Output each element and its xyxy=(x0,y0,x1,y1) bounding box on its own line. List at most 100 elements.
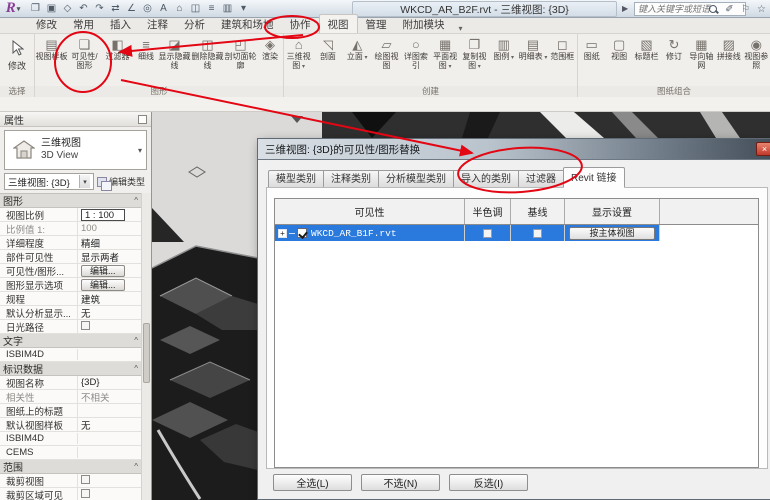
view-templates-button[interactable]: ▤ 视图样板 xyxy=(35,35,68,85)
ribbon-display-toggle-icon[interactable]: ▾ xyxy=(453,24,469,33)
select-all-button[interactable]: 全选(L) xyxy=(273,474,352,491)
scrollbar-thumb[interactable] xyxy=(143,323,150,383)
redo-icon[interactable]: ↷ xyxy=(92,1,107,16)
filters-button[interactable]: ◧ 过滤器 xyxy=(101,35,134,85)
invert-selection-button[interactable]: 反选(I) xyxy=(449,474,528,491)
remove-hidden-lines-button[interactable]: ◫ 删除隐藏线 xyxy=(191,35,224,85)
undo-icon[interactable]: ↶ xyxy=(76,1,91,16)
ribbon-tab-annotate[interactable]: 注释 xyxy=(139,15,176,33)
cut-profile-button[interactable]: ◰ 剖切面轮廓 xyxy=(224,35,257,85)
property-row[interactable]: 图形显示选项编辑... xyxy=(0,278,142,292)
ribbon-tab-insert[interactable]: 插入 xyxy=(102,15,139,33)
property-row[interactable]: 图纸上的标题 xyxy=(0,404,142,418)
graphic-display-options-edit-button[interactable]: 编辑... xyxy=(81,279,125,291)
ribbon-tab-manage[interactable]: 管理 xyxy=(358,15,395,33)
tab-revit-links[interactable]: Revit 链接 xyxy=(563,167,625,188)
favorites-icon[interactable]: ☆ xyxy=(755,3,768,16)
ribbon-tab-modify[interactable]: 修改 xyxy=(28,15,65,33)
tab-annotation-categories[interactable]: 注释类别 xyxy=(324,170,379,188)
plan-views-button[interactable]: ▦ 平面视图 xyxy=(430,35,459,85)
scope-box-button[interactable]: ◻ 范围框 xyxy=(548,35,577,85)
link-row[interactable]: + WKCD_AR_B1F.rvt 按主体视图 xyxy=(275,225,758,241)
revisions-button[interactable]: ↻ 修订 xyxy=(660,35,687,85)
section-text[interactable]: 文字^ xyxy=(0,334,142,348)
section-identity-data[interactable]: 标识数据^ xyxy=(0,362,142,376)
modify-button[interactable]: 修改 xyxy=(2,37,32,71)
select-none-button[interactable]: 不选(N) xyxy=(361,474,440,491)
property-row[interactable]: 裁剪视图 xyxy=(0,474,142,488)
property-row[interactable]: ISBIM4D xyxy=(0,348,142,362)
view-selector-dropdown[interactable]: 三维视图: {3D} ▾ xyxy=(4,173,94,190)
view-reference-button[interactable]: ◉ 视图参照 xyxy=(743,35,770,85)
schedules-button[interactable]: ▤ 明细表 xyxy=(518,35,547,85)
save-icon[interactable]: ▣ xyxy=(44,1,59,16)
tab-analytical-model-categories[interactable]: 分析模型类别 xyxy=(379,170,454,188)
sync-with-central-icon[interactable]: ◇ xyxy=(60,1,75,16)
section-extents[interactable]: 范围^ xyxy=(0,460,142,474)
property-row[interactable]: 相关性不相关 xyxy=(0,390,142,404)
render-button[interactable]: ◈ 渲染 xyxy=(257,35,283,85)
property-row[interactable]: 默认视图样板无 xyxy=(0,418,142,432)
property-row[interactable]: 日光路径 xyxy=(0,320,142,334)
property-row[interactable]: 详细程度精细 xyxy=(0,236,142,250)
properties-scrollbar[interactable] xyxy=(141,193,151,500)
visibility-graphics-button[interactable]: ❏ 可见性/图形 xyxy=(68,35,101,85)
property-row[interactable]: ISBIM4D xyxy=(0,432,142,446)
underlay-checkbox[interactable] xyxy=(533,229,542,238)
ribbon-tab-architecture-site[interactable]: 建筑和场地 xyxy=(213,15,282,33)
ribbon-tab-view[interactable]: 视图 xyxy=(319,14,358,33)
property-row[interactable]: 裁剪区域可见 xyxy=(0,488,142,500)
search-icon[interactable] xyxy=(707,3,720,16)
edit-type-button[interactable]: 编辑类型 xyxy=(97,175,147,188)
ribbon-tab-home[interactable]: 常用 xyxy=(65,15,102,33)
crop-view-checkbox[interactable] xyxy=(81,475,90,484)
default-3d-view-icon[interactable]: ⌂ xyxy=(172,1,187,16)
text-icon[interactable]: A xyxy=(156,1,171,16)
guide-grid-button[interactable]: ▦ 导向轴网 xyxy=(688,35,715,85)
tab-model-categories[interactable]: 模型类别 xyxy=(268,170,324,188)
section-button[interactable]: ◹ 剖面 xyxy=(313,35,342,85)
palette-options-icon[interactable] xyxy=(138,115,147,124)
property-row[interactable]: 默认分析显示...无 xyxy=(0,306,142,320)
section-graphics[interactable]: 图形^ xyxy=(0,194,142,208)
infocenter-flyout-icon[interactable]: ▶ xyxy=(622,4,628,13)
sun-path-checkbox[interactable] xyxy=(81,321,90,330)
legends-button[interactable]: ▥ 图例 xyxy=(489,35,518,85)
ribbon-tab-analyze[interactable]: 分析 xyxy=(176,15,213,33)
customize-qat-icon[interactable]: ▾ xyxy=(236,1,251,16)
property-row[interactable]: 视图名称{3D} xyxy=(0,376,142,390)
duplicate-view-button[interactable]: ❐ 复制视图 xyxy=(460,35,489,85)
drafting-view-button[interactable]: ▱ 绘图视图 xyxy=(372,35,401,85)
link-visibility-checkbox[interactable] xyxy=(297,228,307,238)
ribbon-tab-collaborate[interactable]: 协作 xyxy=(282,15,319,33)
aligned-dimension-icon[interactable]: ∠ xyxy=(124,1,139,16)
3d-view-button[interactable]: ⌂ 三维视图 xyxy=(284,35,313,85)
view-button[interactable]: ▢ 视图 xyxy=(605,35,632,85)
property-row[interactable]: 部件可见性显示两者 xyxy=(0,250,142,264)
tab-filters[interactable]: 过滤器 xyxy=(519,170,564,188)
application-menu-button[interactable]: R ▾ xyxy=(0,0,26,18)
ribbon-tab-addins[interactable]: 附加模块 xyxy=(395,15,453,33)
open-icon[interactable]: ❐ xyxy=(28,1,43,16)
property-row[interactable]: 比例值 1:100 xyxy=(0,222,142,236)
switch-windows-icon[interactable]: ▥ xyxy=(220,1,235,16)
type-selector[interactable]: 三维视图 3D View ▾ xyxy=(4,130,147,170)
title-block-button[interactable]: ▧ 标题栏 xyxy=(633,35,660,85)
tab-imported-categories[interactable]: 导入的类别 xyxy=(454,170,519,188)
sign-in-icon[interactable]: ✐ xyxy=(723,3,736,16)
crop-region-visible-checkbox[interactable] xyxy=(81,489,90,498)
dialog-titlebar[interactable]: 三维视图: {3D}的可见性/图形替换 xyxy=(258,139,770,160)
matchline-button[interactable]: ▨ 拼接线 xyxy=(715,35,742,85)
show-hidden-lines-button[interactable]: ◪ 显示隐藏线 xyxy=(158,35,191,85)
communication-center-icon[interactable]: ⚐ xyxy=(739,3,752,16)
measure-icon[interactable]: ⇄ xyxy=(108,1,123,16)
tag-by-category-icon[interactable]: ◎ xyxy=(140,1,155,16)
section-icon[interactable]: ◫ xyxy=(188,1,203,16)
property-row[interactable]: 规程建筑 xyxy=(0,292,142,306)
property-row[interactable]: 可见性/图形...编辑... xyxy=(0,264,142,278)
callout-button[interactable]: ○ 详图索引 xyxy=(401,35,430,85)
property-row[interactable]: 视图比例1 : 100 xyxy=(0,208,142,222)
visibility-graphics-edit-button[interactable]: 编辑... xyxy=(81,265,125,277)
thin-lines-button[interactable]: ≡ 细线 xyxy=(134,35,158,85)
thin-lines-icon[interactable]: ≡ xyxy=(204,1,219,16)
